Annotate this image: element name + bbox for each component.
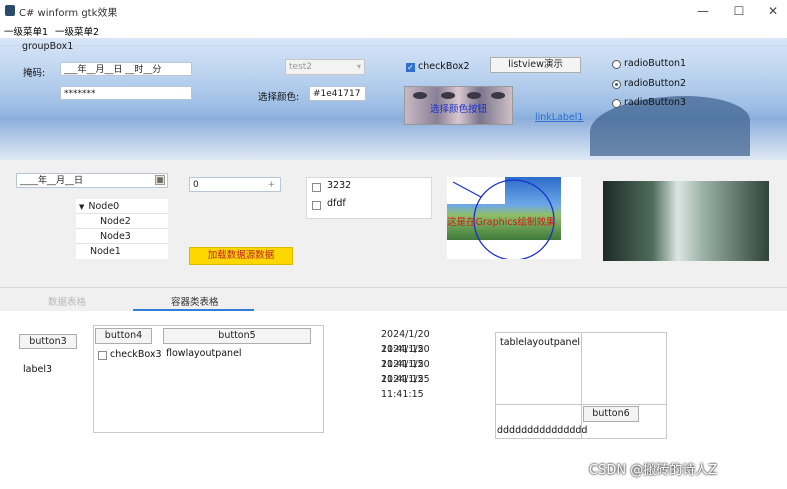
- checked-listbox: 3232 dfdf: [306, 177, 432, 219]
- list-item[interactable]: 2024/1/25 11:41:15: [378, 372, 470, 400]
- checkbox2[interactable]: ✓: [406, 63, 415, 72]
- menu-item-2[interactable]: 一级菜单2: [55, 24, 99, 38]
- menu-bar: [0, 22, 787, 38]
- button6[interactable]: button6: [583, 406, 639, 422]
- checkbox3-label[interactable]: checkBox3: [110, 349, 162, 360]
- password-field[interactable]: *******: [60, 86, 192, 100]
- chevron-down-icon: ▾: [356, 62, 361, 71]
- numeric-updown[interactable]: 0 +: [189, 177, 281, 192]
- radio-button-2[interactable]: [612, 80, 621, 89]
- date-listbox: 2024/1/20 11:41:15 2024/1/20 11:41:15 20…: [378, 327, 470, 400]
- menu-item-1[interactable]: 一级菜单1: [4, 24, 48, 38]
- tree-view: ▼ Node0 Node2 Node3 Node1: [76, 199, 168, 259]
- minimize-button[interactable]: —: [686, 0, 720, 22]
- color-picker-button[interactable]: 选择颜色按钮: [404, 86, 513, 125]
- table-divider-horizontal: [495, 404, 667, 405]
- tree-node-sibling[interactable]: Node1: [76, 244, 168, 259]
- disabled-combobox[interactable]: test2 ▾: [285, 59, 365, 75]
- list-item[interactable]: 3232: [327, 180, 351, 191]
- button4[interactable]: button4: [95, 328, 152, 344]
- app-icon: [5, 5, 15, 16]
- list-item[interactable]: 2024/1/20 11:41:15: [378, 357, 470, 385]
- flowlayout-label: flowlayoutpanel: [166, 348, 242, 359]
- numeric-value: 0: [193, 180, 199, 190]
- checkbox2-label[interactable]: checkBox2: [418, 61, 470, 72]
- label3: label3: [23, 364, 53, 375]
- maximize-button[interactable]: ☐: [722, 0, 756, 22]
- graphics-text: 这是在Graphics绘制效果: [447, 217, 556, 228]
- waterfall-image: [603, 181, 769, 261]
- tab-data-grid[interactable]: 数据表格: [48, 294, 86, 308]
- link-label[interactable]: linkLabel1: [535, 112, 583, 123]
- table-divider-vertical: [581, 332, 582, 439]
- button3[interactable]: button3: [19, 334, 77, 349]
- tree-node-root[interactable]: ▼ Node0: [76, 199, 168, 214]
- expand-icon[interactable]: ▼: [79, 203, 84, 211]
- tree-node-label: Node0: [88, 201, 120, 212]
- tablelayout-label: tablelayoutpanel: [500, 337, 581, 348]
- radio-label-3[interactable]: radioButton3: [624, 97, 686, 108]
- color-label: 选择颜色:: [258, 92, 300, 103]
- load-data-button[interactable]: 加载数据源数据: [189, 247, 293, 265]
- eye-image: [413, 92, 427, 99]
- listview-button[interactable]: listview演示: [490, 57, 581, 73]
- watermark: CSDN @搬砖的诗人Z: [589, 463, 718, 478]
- eye-image: [441, 92, 455, 99]
- tab-strip: [0, 287, 787, 312]
- list-checkbox[interactable]: [312, 201, 321, 210]
- tree-node-child[interactable]: Node2: [76, 214, 168, 229]
- color-button-label: 选择颜色按钮: [429, 104, 487, 115]
- combo-value: test2: [289, 62, 313, 72]
- plus-icon[interactable]: +: [267, 178, 275, 191]
- radio-button-1[interactable]: [612, 60, 621, 69]
- close-button[interactable]: ✕: [756, 0, 787, 22]
- groupbox-title: groupBox1: [22, 41, 74, 52]
- list-item[interactable]: 2024/1/20 11:41:15: [378, 327, 470, 355]
- radio-button-3[interactable]: [612, 99, 621, 108]
- eye-image: [491, 92, 505, 99]
- graphics-panel: 这是在Graphics绘制效果: [447, 177, 581, 259]
- date-mask-textbox[interactable]: ____年__月__日: [16, 173, 168, 188]
- tab-container[interactable]: 容器类表格: [171, 294, 219, 308]
- date-mask-value: ____年__月__日: [20, 176, 84, 186]
- list-item[interactable]: dfdf: [327, 198, 346, 209]
- checkbox3[interactable]: [98, 351, 107, 360]
- radio-label-1[interactable]: radioButton1: [624, 58, 686, 69]
- button5[interactable]: button5: [163, 328, 311, 344]
- table-text: ddddddddddddddd: [497, 425, 588, 436]
- radio-label-2[interactable]: radioButton2: [624, 78, 686, 89]
- color-textbox[interactable]: #1e41717: [309, 86, 366, 101]
- mask-label: 掩码:: [23, 68, 46, 79]
- window-title: C# winform gtk效果: [19, 8, 118, 19]
- graphics-line: [452, 181, 482, 198]
- tree-node-child[interactable]: Node3: [76, 229, 168, 244]
- calendar-icon[interactable]: ▦: [155, 175, 165, 185]
- eye-image: [467, 92, 481, 99]
- title-bar: [0, 0, 787, 22]
- list-checkbox[interactable]: [312, 183, 321, 192]
- masked-textbox[interactable]: ___年__月__日 __时__分: [60, 62, 192, 76]
- list-item[interactable]: 2024/1/20 11:41:15: [378, 342, 470, 370]
